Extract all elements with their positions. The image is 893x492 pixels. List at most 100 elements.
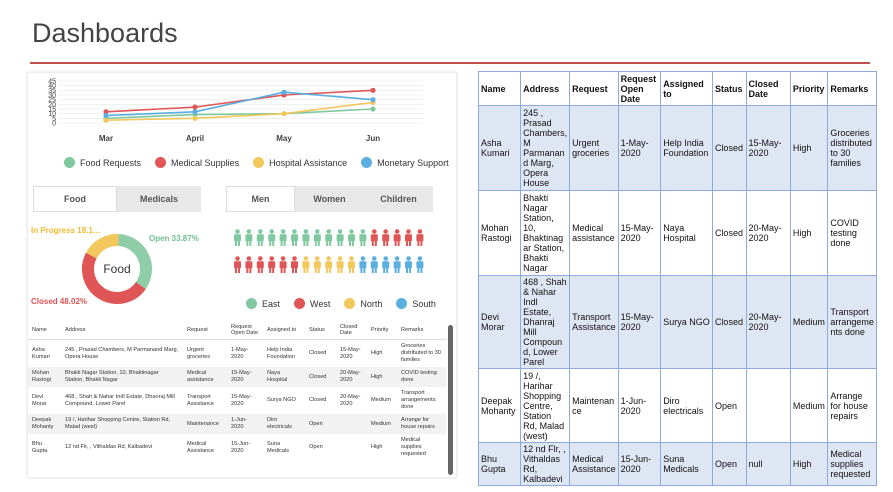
table-cell: Medical supplies requested [401,437,426,457]
legend-swatch [253,157,265,168]
column-header[interactable]: Remarks [827,71,877,106]
legend-item[interactable]: Hospital Assistance [253,157,347,168]
table-row[interactable]: Mohan Rastogi Bhakti Nagar Station, 10, B… [28,367,446,387]
column-header[interactable]: Name [28,321,61,340]
table-cell: 1-May-2020 [231,346,249,360]
person-icon [291,256,298,273]
tab-women[interactable]: Women [295,186,364,212]
column-header[interactable]: Request Open Date [227,321,263,340]
column-header[interactable]: Priority [789,71,829,106]
region-legend-item[interactable]: East [246,298,280,309]
table-cell: Diro electricals [263,414,305,434]
person-icon [313,256,321,273]
region-legend-item[interactable]: West [294,298,330,309]
table-cell: Surya NGO [660,275,713,369]
column-header[interactable]: Assigned to [660,71,713,106]
tab-children[interactable]: Children [364,186,433,212]
column-header[interactable]: Assigned to [263,321,305,340]
table-cell: Help India Foundation [660,105,713,191]
legend-swatch [361,157,373,168]
table-row[interactable]: Devi Morar 468 , Shah & Nahar Indl Estate… [477,275,877,369]
person-icon [302,256,310,273]
tab-medicals[interactable]: Medicals [117,186,201,212]
column-header[interactable]: Priority [367,321,397,340]
table-row[interactable]: Deepak Mohanty 19 /, Harihar Shopping Cen… [28,414,446,434]
table-scrollbar[interactable] [448,325,453,475]
legend-item[interactable]: Monetary Support [361,157,449,168]
table-cell: 20-May-2020 [745,190,791,276]
table-row[interactable]: Devi Morar 468 , Shah & Nahar Indl Estate… [28,387,446,414]
data-point [370,97,376,103]
table-cell: 468 , Shah & Nahar Indl Estate, Dhanraj … [65,393,175,407]
table-cell: Bhakti Nagar Station, 10, Bhaktinagar St… [61,367,183,387]
table-row[interactable]: Deepak Mohanty 19 /, Harihar Shopping Cen… [477,368,877,443]
table-row[interactable]: Bhu Gupta 12 nd Flr, , Vithaldas Rd, Kalb… [28,434,446,461]
column-header[interactable]: Closed Date [745,71,791,106]
region-legend-item[interactable]: South [396,298,436,309]
table-cell: High [367,367,397,387]
person-icon [256,256,264,273]
table-cell: Mohan Rastogi [477,190,522,276]
line-chart-legend: Food Requests Medical Supplies Hospital As… [64,157,449,168]
column-header[interactable]: Status [711,71,747,106]
table-cell: Arrange for house repairs [827,368,877,443]
person-icon [336,256,344,273]
column-header[interactable]: Remarks [397,321,446,340]
table-cell: 19 /, Harihar Shopping Centre, Station R… [520,368,571,443]
legend-item[interactable]: Food Requests [64,157,141,168]
open-label: Open 33.87% [149,234,199,243]
person-icon [313,229,321,246]
legend-label: Monetary Support [377,157,449,168]
column-header[interactable]: Name [477,71,522,106]
region-legend: East West North South [246,298,436,309]
table-cell: Closed [711,105,747,191]
table-row[interactable]: Asha Kumari 245 , Prasad Chambers, M Parm… [477,105,877,191]
in-progress-label: In Progress 18.1… [31,226,101,235]
table-row[interactable]: Mohan Rastogi Bhakti Nagar Station, 10, B… [477,190,877,276]
table-row[interactable]: Bhu Gupta 12 nd Flr, , Vithaldas Rd, Kalb… [477,442,877,486]
table-row[interactable]: Asha Kumari 245 , Prasad Chambers, M Parm… [28,340,446,368]
column-header[interactable]: Closed Date [336,321,367,340]
column-header[interactable]: Status [305,321,336,340]
table-cell: Mohan Rastogi [28,367,61,387]
legend-item[interactable]: Medical Supplies [155,157,239,168]
column-header[interactable]: Request [569,71,619,106]
table-cell: 245 , Prasad Chambers, M Parmanan d Marg… [520,105,571,191]
column-header[interactable]: Request [183,321,227,340]
person-icon [279,256,287,273]
table-cell: Maintenan ce [569,368,619,443]
table-cell: Medium [789,368,829,443]
table-cell: Closed [309,350,327,356]
table-cell: Transport Assistance [187,393,215,407]
donut-center-label: Food [103,262,130,276]
table-cell: null [745,442,791,486]
person-icon [370,256,378,273]
person-icon [348,229,355,246]
column-header[interactable]: Address [61,321,183,340]
donut-chart: Food In Progress 18.1… Open 33.87% Closed 4… [31,226,199,306]
person-icon [359,229,367,246]
table-cell: Open [309,444,323,450]
table-cell: Groceries distributed to 30 families [827,105,877,191]
table-cell: Bhakti Nagar Station, 10, Bhaktinag ar S… [520,190,571,276]
table-cell: Suna Medicals [267,440,290,454]
line-chart: 454035302520151050Mar April May Jun [48,79,423,143]
table-cell: 15-May-2020 [231,393,252,407]
table-cell: Asha Kumari [32,346,50,360]
region-legend-item[interactable]: North [344,298,382,309]
person-icon [325,256,333,273]
column-header[interactable]: Request Open Date [617,71,662,106]
table-cell: Groceries distributed to 30 families [401,343,441,363]
table-cell: Bhu Gupta [477,442,522,486]
tab-men[interactable]: Men [226,186,295,212]
person-icon [405,229,412,246]
data-point [281,89,287,95]
table-cell: 15-Jun-2020 [231,440,250,454]
category-tabs: Food Medicals [33,186,201,212]
data-point [103,117,109,123]
table-cell: Surya NGO [267,397,296,403]
tab-food[interactable]: Food [33,186,117,212]
column-header[interactable]: Address [520,71,571,106]
table-cell: COVID testing done [827,190,877,276]
data-point [281,111,287,117]
